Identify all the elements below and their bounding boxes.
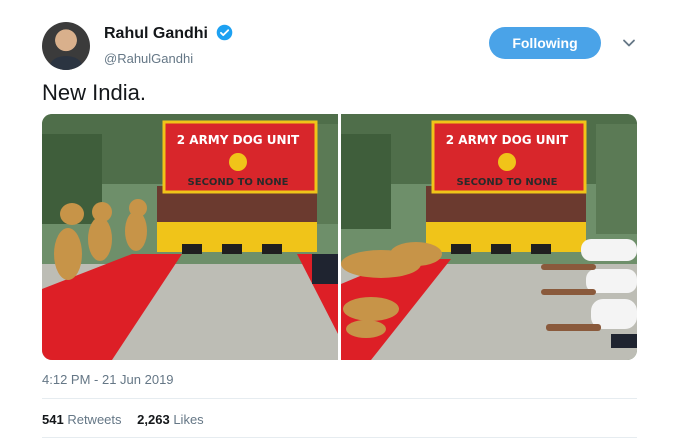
left-sign-line2: SECOND TO NONE [188, 177, 289, 188]
right-sign-line1: 2 ARMY DOG UNIT [446, 133, 569, 147]
likes-stat[interactable]: 2,263 Likes [137, 412, 204, 427]
tweet-media[interactable]: 2 ARMY DOG UNIT SECOND TO NONE 2 ARMY DO… [42, 114, 637, 360]
display-name[interactable]: Rahul Gandhi [104, 25, 208, 43]
tweet-text: New India. [42, 80, 146, 105]
photo-yoga-pose-image: 2 ARMY DOG UNIT SECOND TO NONE [341, 114, 637, 360]
tweet-header: Rahul Gandhi @RahulGandhi Following [42, 22, 642, 70]
handle[interactable]: @RahulGandhi [104, 51, 233, 66]
retweets-count: 541 [42, 412, 64, 427]
avatar[interactable] [42, 22, 90, 70]
right-sign-line2: SECOND TO NONE [457, 177, 558, 188]
retweets-label: Retweets [67, 412, 122, 427]
avatar-shirt [50, 56, 82, 70]
retweets-stat[interactable]: 541 Retweets [42, 412, 122, 427]
likes-count: 2,263 [137, 412, 170, 427]
following-button[interactable]: Following [489, 27, 601, 59]
tweet-timestamp[interactable]: 4:12 PM - 21 Jun 2019 [42, 372, 174, 387]
likes-label: Likes [173, 412, 204, 427]
verified-badge-icon [216, 24, 233, 46]
photo-dogs-sitting-image: 2 ARMY DOG UNIT SECOND TO NONE [42, 114, 338, 360]
author-names: Rahul Gandhi @RahulGandhi [104, 24, 233, 66]
chevron-down-icon[interactable] [622, 36, 636, 50]
tweet-card: Rahul Gandhi @RahulGandhi Following New … [0, 0, 678, 439]
tweet-stats: 541 Retweets 2,263 Likes [42, 412, 216, 427]
divider [42, 437, 637, 438]
divider [42, 398, 637, 399]
photo-yoga-pose[interactable]: 2 ARMY DOG UNIT SECOND TO NONE [341, 114, 637, 360]
left-sign-line1: 2 ARMY DOG UNIT [177, 133, 300, 147]
photo-dogs-sitting[interactable]: 2 ARMY DOG UNIT SECOND TO NONE [42, 114, 338, 360]
